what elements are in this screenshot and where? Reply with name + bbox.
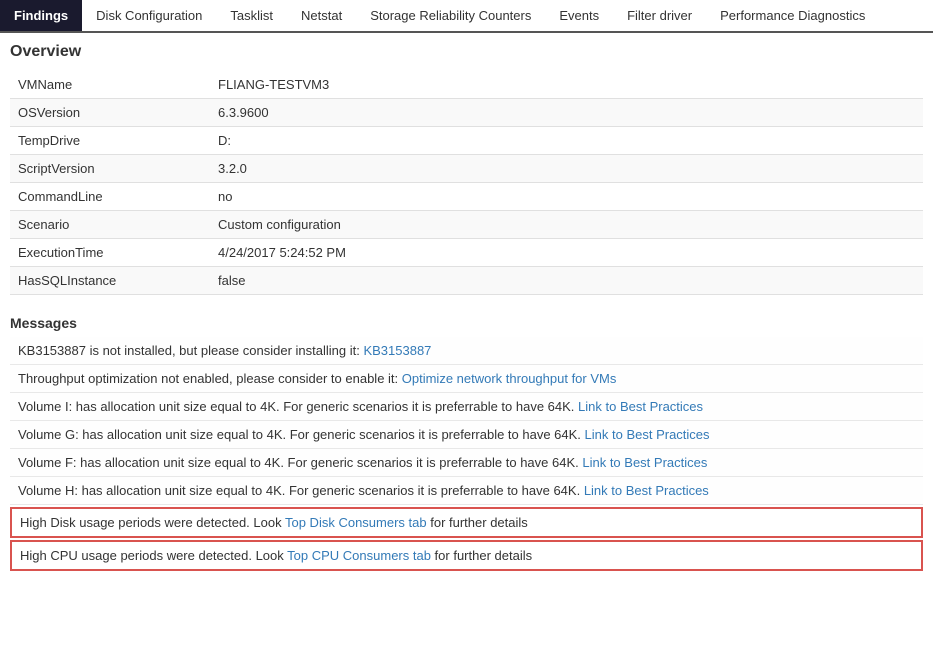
message-item: High Disk usage periods were detected. L… [10,507,923,538]
message-item: Volume H: has allocation unit size equal… [10,477,923,505]
tab-disk-configuration[interactable]: Disk Configuration [82,0,216,31]
message-item: Volume F: has allocation unit size equal… [10,449,923,477]
message-link[interactable]: Top Disk Consumers tab [285,515,427,530]
main-content: Overview VMNameFLIANG-TESTVM3OSVersion6.… [0,33,933,593]
message-link[interactable]: Optimize network throughput for VMs [402,371,617,386]
overview-label: TempDrive [10,127,210,155]
overview-row: HasSQLInstancefalse [10,267,923,295]
message-link[interactable]: Top CPU Consumers tab [287,548,431,563]
messages-title: Messages [10,315,923,331]
message-link[interactable]: Link to Best Practices [585,427,710,442]
message-item: Throughput optimization not enabled, ple… [10,365,923,393]
overview-row: ScenarioCustom configuration [10,211,923,239]
message-link[interactable]: Link to Best Practices [582,455,707,470]
tab-findings[interactable]: Findings [0,0,82,31]
message-link[interactable]: Link to Best Practices [578,399,703,414]
messages-list: KB3153887 is not installed, but please c… [10,337,923,571]
overview-label: ScriptVersion [10,155,210,183]
overview-value: 6.3.9600 [210,99,923,127]
overview-label: CommandLine [10,183,210,211]
overview-value: no [210,183,923,211]
message-item: KB3153887 is not installed, but please c… [10,337,923,365]
overview-table: VMNameFLIANG-TESTVM3OSVersion6.3.9600Tem… [10,71,923,295]
tab-performance-diagnostics[interactable]: Performance Diagnostics [706,0,879,31]
overview-label: ExecutionTime [10,239,210,267]
overview-row: ScriptVersion3.2.0 [10,155,923,183]
overview-row: OSVersion6.3.9600 [10,99,923,127]
message-item: Volume I: has allocation unit size equal… [10,393,923,421]
overview-row: VMNameFLIANG-TESTVM3 [10,71,923,99]
overview-label: Scenario [10,211,210,239]
overview-row: CommandLineno [10,183,923,211]
overview-title: Overview [10,43,923,61]
overview-value: FLIANG-TESTVM3 [210,71,923,99]
message-link[interactable]: Link to Best Practices [584,483,709,498]
overview-label: HasSQLInstance [10,267,210,295]
overview-value: false [210,267,923,295]
overview-row: ExecutionTime4/24/2017 5:24:52 PM [10,239,923,267]
overview-value: Custom configuration [210,211,923,239]
tab-netstat[interactable]: Netstat [287,0,356,31]
overview-label: OSVersion [10,99,210,127]
overview-value: D: [210,127,923,155]
tab-tasklist[interactable]: Tasklist [216,0,287,31]
overview-value: 3.2.0 [210,155,923,183]
overview-row: TempDriveD: [10,127,923,155]
tab-bar: FindingsDisk ConfigurationTasklistNetsta… [0,0,933,33]
message-item: High CPU usage periods were detected. Lo… [10,540,923,571]
tab-events[interactable]: Events [545,0,613,31]
message-item: Volume G: has allocation unit size equal… [10,421,923,449]
tab-filter-driver[interactable]: Filter driver [613,0,706,31]
overview-value: 4/24/2017 5:24:52 PM [210,239,923,267]
message-link[interactable]: KB3153887 [363,343,431,358]
tab-storage-reliability[interactable]: Storage Reliability Counters [356,0,545,31]
overview-label: VMName [10,71,210,99]
